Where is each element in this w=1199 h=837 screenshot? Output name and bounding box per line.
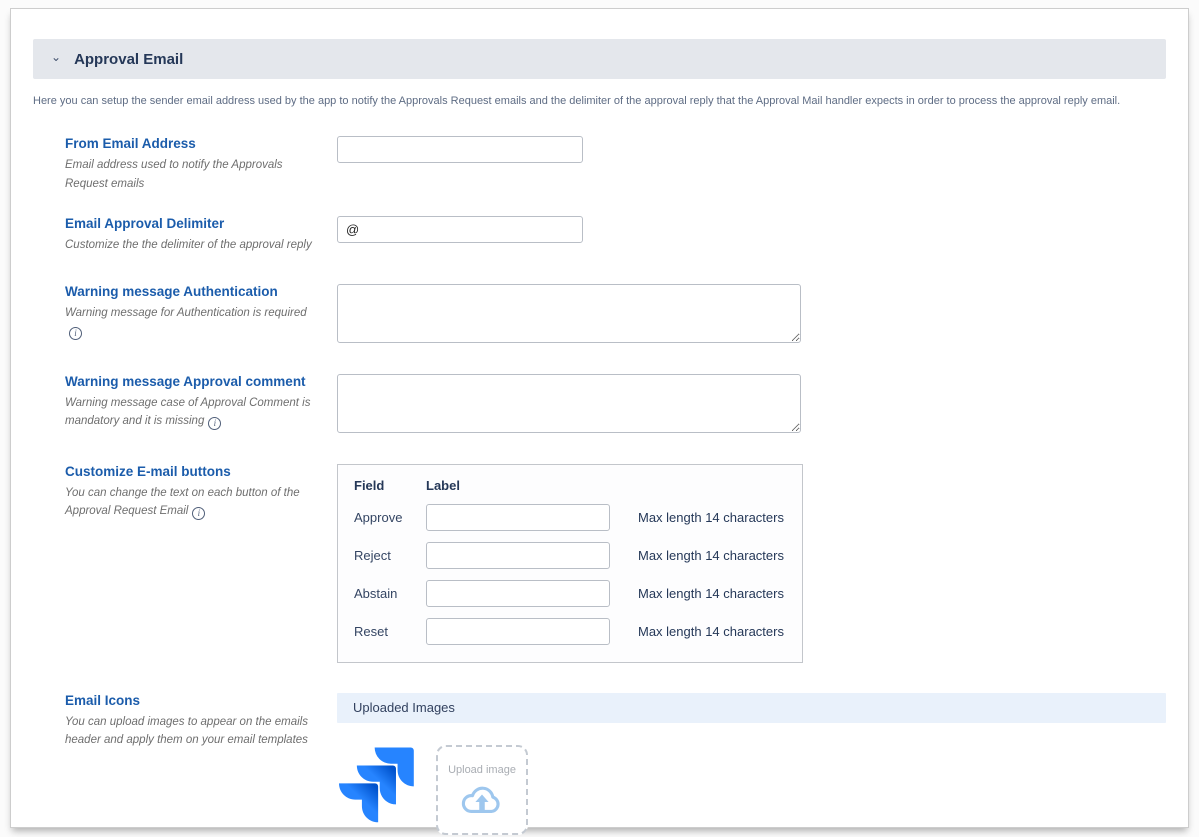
info-icon[interactable]: i	[69, 327, 82, 340]
section-title: Approval Email	[74, 51, 183, 68]
email-icons-label: Email Icons	[65, 693, 323, 708]
form-row-from-email: From Email Address Email address used to…	[65, 136, 1166, 193]
jira-logo-icon	[339, 745, 414, 825]
max-length-hint: Max length 14 characters	[638, 586, 784, 601]
warning-auth-description: Warning message for Authentication is re…	[65, 304, 323, 341]
upload-image-button[interactable]: Upload image	[436, 745, 528, 835]
delimiter-description: Customize the the delimiter of the appro…	[65, 236, 323, 254]
from-email-description: Email address used to notify the Approva…	[65, 156, 323, 193]
table-row: Abstain Max length 14 characters	[354, 580, 786, 607]
warning-auth-textarea[interactable]	[337, 284, 801, 343]
row-field-name: Approve	[354, 510, 426, 525]
email-buttons-label: Customize E-mail buttons	[65, 464, 323, 479]
form-row-delimiter: Email Approval Delimiter Customize the t…	[65, 216, 1166, 254]
uploaded-images-header: Uploaded Images	[337, 693, 1166, 723]
form-row-warning-auth: Warning message Authentication Warning m…	[65, 284, 1166, 348]
row-field-name: Reject	[354, 548, 426, 563]
uploaded-images-list: Upload image	[337, 745, 1166, 835]
warning-auth-label: Warning message Authentication	[65, 284, 323, 299]
table-row: Reject Max length 14 characters	[354, 542, 786, 569]
intro-text: Here you can setup the sender email addr…	[33, 94, 1166, 109]
column-header-label: Label	[426, 478, 460, 493]
form-row-email-buttons: Customize E-mail buttons You can change …	[65, 464, 1166, 663]
reject-label-input[interactable]	[426, 542, 610, 569]
email-buttons-description: You can change the text on each button o…	[65, 484, 323, 521]
warning-comment-textarea[interactable]	[337, 374, 801, 433]
table-row: Approve Max length 14 characters	[354, 504, 786, 531]
approval-email-form: From Email Address Email address used to…	[33, 136, 1166, 834]
uploaded-image-jira-logo[interactable]	[339, 745, 414, 825]
info-icon[interactable]: i	[192, 507, 205, 520]
upload-image-label: Upload image	[448, 764, 516, 776]
warning-comment-description: Warning message case of Approval Comment…	[65, 394, 323, 431]
info-icon[interactable]: i	[208, 417, 221, 430]
collapse-chevron-icon[interactable]: ⌄	[51, 51, 61, 63]
section-header-approval-email[interactable]: ⌄ Approval Email	[33, 39, 1166, 79]
max-length-hint: Max length 14 characters	[638, 624, 784, 639]
from-email-label: From Email Address	[65, 136, 323, 151]
row-field-name: Reset	[354, 624, 426, 639]
table-row: Reset Max length 14 characters	[354, 618, 786, 645]
approve-label-input[interactable]	[426, 504, 610, 531]
email-buttons-table: Field Label Approve Max length 14 charac…	[337, 464, 803, 663]
column-header-field: Field	[354, 478, 426, 493]
table-header: Field Label	[354, 478, 786, 493]
max-length-hint: Max length 14 characters	[638, 510, 784, 525]
from-email-input[interactable]	[337, 136, 583, 163]
approval-email-panel: ⌄ Approval Email Here you can setup the …	[10, 8, 1189, 828]
form-row-email-icons: Email Icons You can upload images to app…	[65, 693, 1166, 835]
delimiter-input[interactable]	[337, 216, 583, 243]
row-field-name: Abstain	[354, 586, 426, 601]
delimiter-label: Email Approval Delimiter	[65, 216, 323, 231]
email-icons-description: You can upload images to appear on the e…	[65, 713, 323, 750]
warning-comment-label: Warning message Approval comment	[65, 374, 323, 389]
cloud-upload-icon	[460, 780, 504, 816]
form-row-warning-comment: Warning message Approval comment Warning…	[65, 374, 1166, 438]
reset-label-input[interactable]	[426, 618, 610, 645]
max-length-hint: Max length 14 characters	[638, 548, 784, 563]
abstain-label-input[interactable]	[426, 580, 610, 607]
